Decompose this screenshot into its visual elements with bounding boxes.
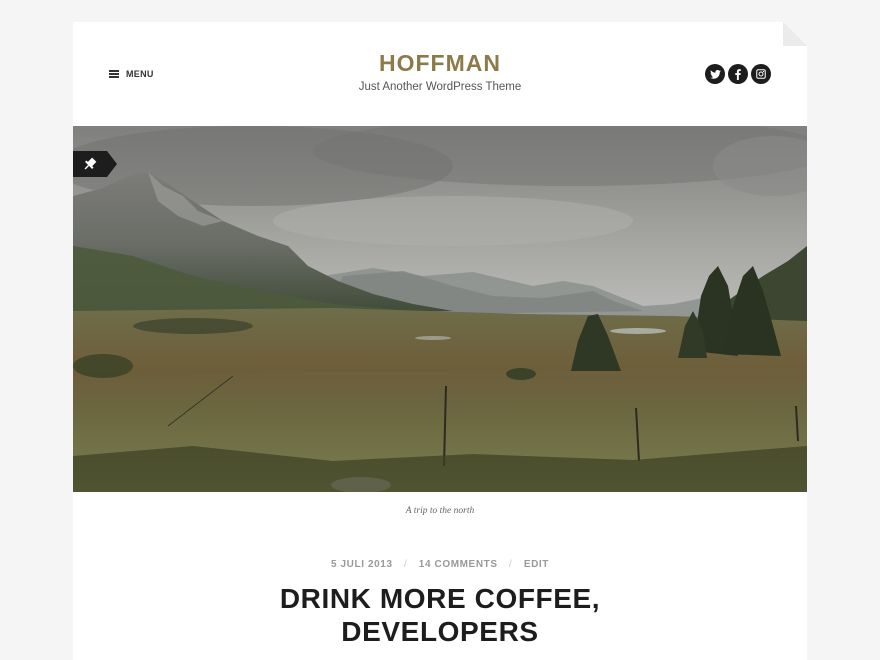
site-description: Just Another WordPress Theme: [358, 81, 522, 93]
instagram-icon: [756, 69, 766, 79]
post-title-line-1: DRINK MORE COFFEE,: [279, 583, 601, 614]
site-title[interactable]: HOFFMAN: [73, 50, 807, 77]
image-caption: A trip to the north: [405, 506, 475, 516]
facebook-icon: [735, 68, 741, 80]
instagram-link[interactable]: [751, 64, 771, 84]
facebook-link[interactable]: [728, 64, 748, 84]
social-links: [705, 64, 771, 84]
twitter-link[interactable]: [705, 64, 725, 84]
meta-separator: /: [404, 559, 408, 570]
featured-image[interactable]: [73, 126, 807, 492]
post-title-line-2: DEVELOPERS: [341, 616, 539, 647]
meta-separator: /: [509, 559, 513, 570]
page-container: MENU HOFFMAN Just Another WordPress Them…: [73, 22, 807, 660]
edit-link[interactable]: EDIT: [524, 559, 549, 570]
sticky-ribbon: [73, 151, 117, 177]
site-header: MENU HOFFMAN Just Another WordPress Them…: [73, 22, 807, 126]
post-date-link[interactable]: 5 JULI 2013: [331, 559, 393, 570]
post-meta: 5 JULI 2013 / 14 COMMENTS / EDIT: [73, 559, 807, 570]
comments-link[interactable]: 14 COMMENTS: [419, 559, 498, 570]
post-title[interactable]: DRINK MORE COFFEE, DEVELOPERS: [223, 582, 657, 648]
twitter-icon: [709, 69, 721, 79]
